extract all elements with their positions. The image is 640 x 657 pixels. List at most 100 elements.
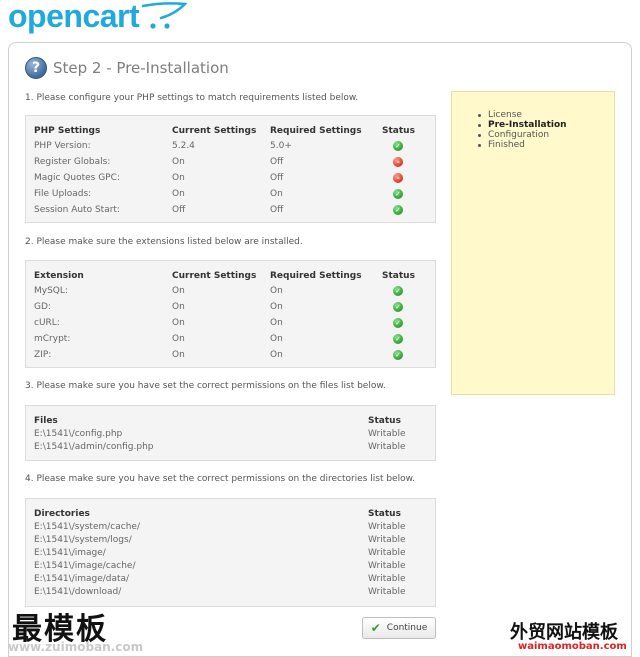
column-header: PHP Settings bbox=[34, 126, 101, 136]
directory-path: E:\1541\/system/logs/ bbox=[34, 535, 132, 545]
ok-status-icon: ✓ bbox=[393, 189, 403, 199]
table-row: Magic Quotes GPC: On Off – bbox=[34, 173, 427, 185]
directories-table: Directories Status E:\1541\/system/cache… bbox=[25, 498, 436, 607]
table-row: ZIP: On On ✓ bbox=[34, 350, 427, 362]
required-value: On bbox=[270, 189, 283, 199]
column-header: Current Settings bbox=[172, 126, 257, 136]
error-status-icon: – bbox=[393, 173, 403, 183]
table-row: E:\1541\/admin/config.php Writable bbox=[34, 442, 427, 454]
table-header: PHP Settings Current Settings Required S… bbox=[34, 126, 427, 138]
cart-icon bbox=[141, 2, 188, 29]
steps-list: License Pre-Installation Configuration F… bbox=[478, 110, 567, 150]
required-value: Off bbox=[270, 173, 284, 183]
directory-path: E:\1541\/image/data/ bbox=[34, 574, 130, 584]
current-value: On bbox=[172, 334, 185, 344]
ok-status-icon: ✓ bbox=[393, 302, 403, 312]
directory-path: E:\1541\/system/cache/ bbox=[34, 522, 140, 532]
column-header: Directories bbox=[34, 509, 90, 519]
page-title: Step 2 - Pre-Installation bbox=[53, 59, 229, 77]
watermark-left-url: www.zuimoban.com bbox=[8, 640, 144, 654]
current-value: On bbox=[172, 318, 185, 328]
required-value: On bbox=[270, 302, 283, 312]
column-header: Status bbox=[368, 509, 401, 519]
required-value: On bbox=[270, 350, 283, 360]
permission-status: Writable bbox=[368, 587, 406, 597]
current-value: On bbox=[172, 286, 185, 296]
ok-status-icon: ✓ bbox=[393, 141, 403, 151]
opencart-logo[interactable]: opencart bbox=[8, 0, 188, 38]
permission-status: Writable bbox=[368, 429, 406, 439]
ok-status-icon: ✓ bbox=[393, 286, 403, 296]
current-value: On bbox=[172, 157, 185, 167]
help-icon: ? bbox=[25, 57, 47, 79]
required-value: Off bbox=[270, 205, 284, 215]
current-value: On bbox=[172, 189, 185, 199]
table-row: E:\1541\/system/logs/ Writable bbox=[34, 535, 427, 547]
step-configuration: Configuration bbox=[478, 130, 567, 140]
table-row: E:\1541\/download/ Writable bbox=[34, 587, 427, 599]
watermark-right-url: waimaomoban.com bbox=[518, 641, 627, 652]
permission-status: Writable bbox=[368, 535, 406, 545]
current-value: On bbox=[172, 302, 185, 312]
table-header: Extension Current Settings Required Sett… bbox=[34, 271, 427, 283]
file-path: E:\1541\/config.php bbox=[34, 429, 123, 439]
directory-path: E:\1541\/image/ bbox=[34, 548, 106, 558]
directory-path: E:\1541\/download/ bbox=[34, 587, 122, 597]
column-header: Status bbox=[368, 416, 401, 426]
setting-name: Magic Quotes GPC: bbox=[34, 173, 120, 183]
php-settings-table: PHP Settings Current Settings Required S… bbox=[25, 115, 436, 223]
setting-name: File Uploads: bbox=[34, 189, 92, 199]
permission-status: Writable bbox=[368, 561, 406, 571]
table-header: Files Status bbox=[34, 416, 427, 428]
setting-name: Session Auto Start: bbox=[34, 205, 120, 215]
table-row: E:\1541\/image/data/ Writable bbox=[34, 574, 427, 586]
permission-status: Writable bbox=[368, 442, 406, 452]
table-row: Session Auto Start: Off Off ✓ bbox=[34, 205, 427, 217]
required-value: Off bbox=[270, 157, 284, 167]
column-header: Extension bbox=[34, 271, 84, 281]
files-table: Files Status E:\1541\/config.php Writabl… bbox=[25, 405, 436, 461]
table-row: PHP Version: 5.2.4 5.0+ ✓ bbox=[34, 141, 427, 153]
ok-status-icon: ✓ bbox=[393, 318, 403, 328]
continue-button[interactable]: ✔ Continue bbox=[362, 617, 436, 639]
error-status-icon: – bbox=[393, 157, 403, 167]
setting-name: Register Globals: bbox=[34, 157, 111, 167]
table-row: E:\1541\/config.php Writable bbox=[34, 429, 427, 441]
current-value: 5.2.4 bbox=[172, 141, 195, 151]
column-header: Required Settings bbox=[270, 126, 362, 136]
required-value: On bbox=[270, 334, 283, 344]
current-value: On bbox=[172, 350, 185, 360]
file-path: E:\1541\/admin/config.php bbox=[34, 442, 154, 452]
step-pre-installation: Pre-Installation bbox=[478, 120, 567, 130]
install-panel: ? Step 2 - Pre-Installation 1. Please co… bbox=[8, 42, 632, 657]
column-header: Status bbox=[382, 126, 415, 136]
ok-status-icon: ✓ bbox=[393, 334, 403, 344]
column-header: Current Settings bbox=[172, 271, 257, 281]
table-row: GD: On On ✓ bbox=[34, 302, 427, 314]
column-header: Required Settings bbox=[270, 271, 362, 281]
page-header: ? Step 2 - Pre-Installation bbox=[25, 57, 229, 79]
permission-status: Writable bbox=[368, 548, 406, 558]
table-row: Register Globals: On Off – bbox=[34, 157, 427, 169]
table-row: File Uploads: On On ✓ bbox=[34, 189, 427, 201]
extension-name: mCrypt: bbox=[34, 334, 71, 344]
ok-status-icon: ✓ bbox=[393, 350, 403, 360]
table-header: Directories Status bbox=[34, 509, 427, 521]
column-header: Files bbox=[34, 416, 58, 426]
permission-status: Writable bbox=[368, 522, 406, 532]
extensions-intro: 2. Please make sure the extensions liste… bbox=[25, 237, 303, 247]
continue-button-label: Continue bbox=[386, 623, 428, 633]
table-row: MySQL: On On ✓ bbox=[34, 286, 427, 298]
required-value: On bbox=[270, 318, 283, 328]
required-value: 5.0+ bbox=[270, 141, 292, 151]
table-row: E:\1541\/image/ Writable bbox=[34, 548, 427, 560]
step-license: License bbox=[478, 110, 567, 120]
logo-text: opencart bbox=[8, 0, 140, 34]
table-row: mCrypt: On On ✓ bbox=[34, 334, 427, 346]
current-value: Off bbox=[172, 205, 186, 215]
checkmark-icon: ✔ bbox=[370, 621, 381, 635]
required-value: On bbox=[270, 286, 283, 296]
table-row: cURL: On On ✓ bbox=[34, 318, 427, 330]
table-row: E:\1541\/image/cache/ Writable bbox=[34, 561, 427, 573]
extension-name: ZIP: bbox=[34, 350, 52, 360]
